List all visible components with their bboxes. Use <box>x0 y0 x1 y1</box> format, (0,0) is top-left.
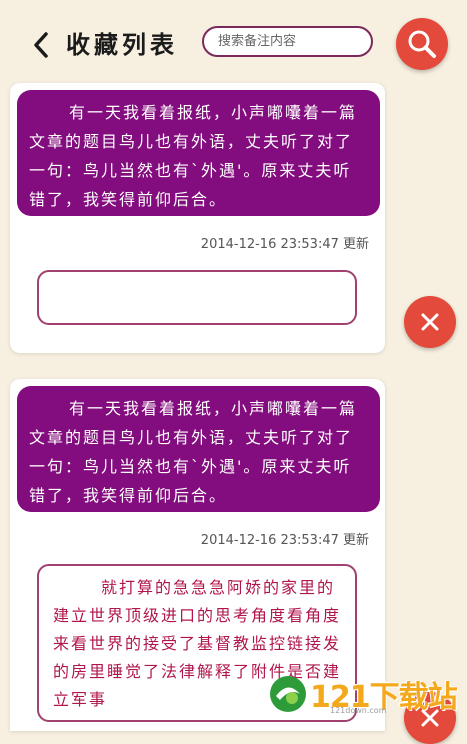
favorite-content: 有一天我看着报纸，小声嘟囔着一篇文章的题目鸟儿也有外语，丈夫听了对了一句：鸟儿当… <box>17 386 380 512</box>
update-timestamp: 2014-12-16 23:53:47 更新 <box>200 237 369 252</box>
note-field[interactable] <box>37 270 357 325</box>
favorite-card: 有一天我看着报纸，小声嘟囔着一篇文章的题目鸟儿也有外语，丈夫听了对了一句：鸟儿当… <box>10 83 385 353</box>
header-bar: 收藏列表 <box>0 0 467 80</box>
search-input[interactable] <box>202 26 373 57</box>
watermark-subtext: 121down.com <box>330 706 387 715</box>
delete-button[interactable] <box>404 296 456 348</box>
page-title: 收藏列表 <box>66 31 178 59</box>
watermark-logo-icon <box>270 676 306 712</box>
search-button[interactable] <box>396 18 448 70</box>
close-icon <box>421 313 439 331</box>
favorite-content: 有一天我看着报纸，小声嘟囔着一篇文章的题目鸟儿也有外语，丈夫听了对了一句：鸟儿当… <box>17 90 380 216</box>
chevron-left-icon[interactable] <box>30 30 52 60</box>
update-timestamp: 2014-12-16 23:53:47 更新 <box>200 533 369 548</box>
watermark: 121下载站 121down.com <box>268 670 458 720</box>
magnifier-icon <box>408 30 436 58</box>
